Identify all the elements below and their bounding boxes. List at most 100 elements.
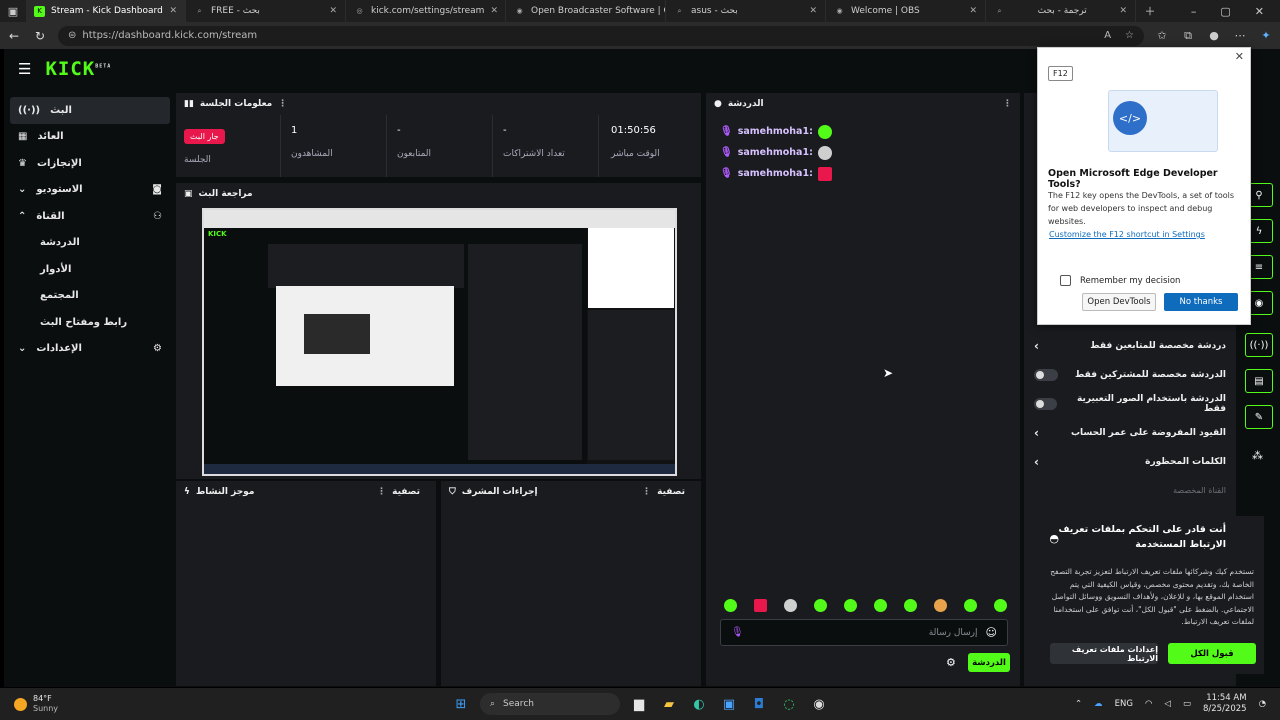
cookie-settings-button[interactable]: إعدادات ملفات تعريف الارتباط xyxy=(1050,643,1158,664)
hamburger-menu-icon[interactable]: ☰ xyxy=(18,60,31,78)
close-dialog-icon[interactable]: ✕ xyxy=(1235,50,1244,63)
open-devtools-button[interactable]: Open DevTools xyxy=(1082,293,1156,311)
language-indicator[interactable]: ENG xyxy=(1115,699,1133,709)
sidebar-item-stream-key[interactable]: رابط ومفتاح البث xyxy=(10,309,170,336)
copilot-icon[interactable]: ✦ xyxy=(1258,29,1274,42)
tab-free-search[interactable]: ⌕ FREE - بحث ✕ xyxy=(186,0,346,22)
read-aloud-icon[interactable]: A xyxy=(1104,30,1111,41)
new-tab-icon[interactable]: ＋ xyxy=(1142,3,1158,19)
volume-icon[interactable]: ◁ xyxy=(1164,699,1171,709)
filter-button[interactable]: تصفية xyxy=(392,487,420,497)
collections-icon[interactable]: ⧉ xyxy=(1180,29,1196,43)
chat-message[interactable]: 🎙 samehmoha1: xyxy=(706,121,1020,142)
layout-rail-icon[interactable]: ▤ xyxy=(1245,369,1273,393)
chat-settings-gear-icon[interactable]: ⚙ xyxy=(946,656,956,669)
close-tab-icon[interactable]: ✕ xyxy=(969,6,977,16)
emote-icon[interactable] xyxy=(814,599,827,612)
back-icon[interactable]: ← xyxy=(6,29,22,43)
clock[interactable]: 11:54 AM 8/25/2025 xyxy=(1203,693,1247,715)
filter-button[interactable]: تصفية xyxy=(657,487,685,497)
sidebar-item-roles[interactable]: الأدوار xyxy=(10,256,170,283)
site-info-icon[interactable]: ⊜ xyxy=(68,30,76,41)
tab-kick-dashboard[interactable]: K Stream - Kick Dashboard ✕ xyxy=(26,0,186,22)
accept-all-button[interactable]: قبول الكل xyxy=(1168,643,1256,664)
minimize-icon[interactable]: – xyxy=(1191,5,1197,18)
emote-icon[interactable] xyxy=(784,599,797,612)
emotes-only-toggle[interactable] xyxy=(1034,397,1058,410)
subscribers-only-toggle[interactable] xyxy=(1034,368,1058,381)
favorites-icon[interactable]: ✩ xyxy=(1154,29,1170,42)
address-bar[interactable]: ⊜ https://dashboard.kick.com/stream A ☆ xyxy=(58,25,1144,46)
more-options-icon[interactable]: ⋯ xyxy=(1232,29,1248,42)
emote-icon[interactable] xyxy=(874,599,887,612)
favorite-star-icon[interactable]: ☆ xyxy=(1125,30,1134,41)
chat-username[interactable]: samehmoha1: xyxy=(738,147,813,158)
chat-message[interactable]: 🎙 samehmoha1: xyxy=(706,163,1020,184)
no-thanks-button[interactable]: No thanks xyxy=(1164,293,1238,311)
banned-words-row[interactable]: الكلمات المحظورة › xyxy=(1024,447,1236,476)
onedrive-icon[interactable]: ☁ xyxy=(1094,699,1103,709)
more-options-icon[interactable]: ⋮ xyxy=(642,487,651,497)
file-explorer-icon[interactable]: ▰ xyxy=(658,693,680,715)
sidebar-item-studio[interactable]: ⌄ الاستوديو ◙ xyxy=(10,177,170,204)
edge-browser-icon[interactable]: ◐ xyxy=(688,693,710,715)
tab-asus-search[interactable]: ⌕ asus - بحث ✕ xyxy=(666,0,826,22)
emote-icon[interactable] xyxy=(904,599,917,612)
emote-icon[interactable] xyxy=(964,599,977,612)
followers-only-row[interactable]: دردشة مخصصة للمتابعين فقط › xyxy=(1024,331,1236,360)
close-tab-icon[interactable]: ✕ xyxy=(809,6,817,16)
tab-kick-settings[interactable]: ◎ kick.com/settings/stream ✕ xyxy=(346,0,506,22)
microphone-icon[interactable]: 🎙 xyxy=(731,627,744,638)
close-tab-icon[interactable]: ✕ xyxy=(490,6,498,16)
emote-icon[interactable] xyxy=(754,599,767,612)
emote-icon[interactable] xyxy=(724,599,737,612)
emote-icon[interactable] xyxy=(994,599,1007,612)
sidebar-item-broadcast[interactable]: ((·)) البث xyxy=(10,97,170,124)
tab-welcome-obs[interactable]: ◉ Welcome | OBS ✕ xyxy=(826,0,986,22)
close-tab-icon[interactable]: ✕ xyxy=(169,6,177,16)
wifi-icon[interactable]: ◠ xyxy=(1145,699,1152,709)
sidebar-item-chat[interactable]: الدردشة xyxy=(10,230,170,257)
tab-obs[interactable]: ◉ Open Broadcaster Software | OBS ✕ xyxy=(506,0,666,22)
stream-preview-video[interactable]: KICK xyxy=(202,208,677,476)
taskbar-search[interactable]: ⌕ Search xyxy=(480,693,620,715)
window-menu-icon[interactable]: ▣ xyxy=(0,5,26,18)
maximize-icon[interactable]: ▢ xyxy=(1220,5,1230,18)
windows-start-icon[interactable]: ⊞ xyxy=(450,693,472,715)
account-age-row[interactable]: القيود المفروضة على عمر الحساب › xyxy=(1024,418,1236,447)
chat-send-button[interactable]: الدردشة xyxy=(968,653,1010,672)
sidebar-item-settings[interactable]: ⌄ الإعدادات ⚙ xyxy=(10,336,170,363)
outlook-icon[interactable]: ◘ xyxy=(748,693,770,715)
customize-shortcut-link[interactable]: Customize the F12 shortcut in Settings xyxy=(1049,230,1205,239)
whatsapp-icon[interactable]: ◌ xyxy=(778,693,800,715)
sidebar-item-revenue[interactable]: ▦ العائد xyxy=(10,124,170,151)
chat-message[interactable]: 🎙 samehmoha1: xyxy=(706,142,1020,163)
more-options-icon[interactable]: ⋮ xyxy=(377,487,386,497)
close-tab-icon[interactable]: ✕ xyxy=(1119,6,1127,16)
emote-icon[interactable] xyxy=(934,599,947,612)
emoji-picker-icon[interactable]: ☺ xyxy=(986,626,997,639)
dots-rail-icon[interactable]: ⁂ xyxy=(1252,449,1263,462)
weather-widget[interactable]: 84°F Sunny xyxy=(0,694,200,714)
obs-icon[interactable]: ◉ xyxy=(808,693,830,715)
chat-username[interactable]: samehmoha1: xyxy=(738,168,813,179)
refresh-icon[interactable]: ↻ xyxy=(32,29,48,43)
show-hidden-icons-icon[interactable]: ⌃ xyxy=(1075,699,1082,709)
more-options-icon[interactable]: ⋮ xyxy=(278,99,287,109)
kick-logo[interactable]: KICKBETA xyxy=(45,58,111,80)
sidebar-item-channel[interactable]: ⌃ القناة ⚇ xyxy=(10,203,170,230)
sidebar-item-community[interactable]: المجتمع xyxy=(10,283,170,310)
sidebar-item-achievements[interactable]: ♛ الإنجازات xyxy=(10,150,170,177)
notifications-icon[interactable]: ◔ xyxy=(1259,699,1266,709)
battery-icon[interactable]: ▭ xyxy=(1183,699,1191,709)
chat-input[interactable]: ☺ إرسال رسالة 🎙 xyxy=(720,619,1008,646)
store-icon[interactable]: ▣ xyxy=(718,693,740,715)
chat-username[interactable]: samehmoha1: xyxy=(738,126,813,137)
wrench-rail-icon[interactable]: ✎ xyxy=(1245,405,1273,429)
task-view-icon[interactable]: ▆ xyxy=(628,693,650,715)
emote-icon[interactable] xyxy=(844,599,857,612)
close-tab-icon[interactable]: ✕ xyxy=(329,6,337,16)
profile-avatar-icon[interactable]: ● xyxy=(1206,29,1222,42)
tab-translate-search[interactable]: ⌕ ترجمة - بحث ✕ xyxy=(986,0,1136,22)
close-window-icon[interactable]: ✕ xyxy=(1255,5,1264,18)
